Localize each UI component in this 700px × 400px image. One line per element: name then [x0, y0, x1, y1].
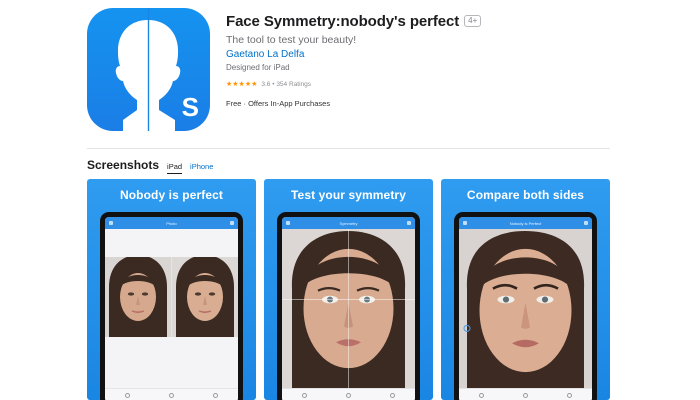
- rating-count: 3.6 • 354 Ratings: [261, 80, 312, 88]
- app-tab-bar: [105, 388, 238, 400]
- age-rating-badge: 4+: [464, 15, 482, 27]
- face-photo-image: [282, 229, 415, 388]
- app-nav-bar: Symmetry: [282, 217, 415, 229]
- app-tab-bar: [459, 388, 592, 400]
- designed-for-label: Designed for iPad: [226, 63, 290, 72]
- app-title: Face Symmetry:nobody's perfect: [226, 12, 460, 30]
- screenshot-caption: Nobody is perfect: [119, 188, 224, 202]
- screenshots-header: Screenshots iPad iPhone: [87, 158, 213, 174]
- ipad-frame: Symmetry: [277, 212, 420, 400]
- ipad-screen: Photo: [105, 217, 238, 400]
- price-label: Free · Offers In-App Purchases: [226, 99, 331, 108]
- face-photo-pair: [105, 257, 238, 337]
- screenshot-card-3[interactable]: Compare both sides Nobody is Perfect: [441, 179, 610, 400]
- app-nav-bar: Photo: [105, 217, 238, 229]
- ipad-screen: Nobody is Perfect: [459, 217, 592, 400]
- app-subtitle: The tool to test your beauty!: [226, 34, 357, 46]
- app-nav-bar: Nobody is Perfect: [459, 217, 592, 229]
- app-info: Face Symmetry:nobody's perfect 4+ The to…: [226, 12, 646, 109]
- screenshot-caption: Compare both sides: [466, 188, 585, 202]
- app-tab-bar: [282, 388, 415, 400]
- ipad-screen: Symmetry: [282, 217, 415, 400]
- tab-ipad[interactable]: iPad: [167, 162, 183, 174]
- face-photo-image: [459, 229, 592, 388]
- section-title: Screenshots: [87, 158, 160, 172]
- screenshot-card-2[interactable]: Test your symmetry Symmetry: [264, 179, 433, 400]
- rating-row: ★★★★★ 3.6 • 354 Ratings: [226, 79, 646, 89]
- tab-iphone[interactable]: iPhone: [190, 162, 213, 174]
- section-divider: [87, 148, 610, 149]
- star-rating-icon: ★★★★★: [226, 81, 258, 88]
- face-compare-photo: [459, 229, 592, 388]
- screenshot-card-1[interactable]: Nobody is perfect Photo: [87, 179, 256, 400]
- app-icon: S: [87, 8, 210, 131]
- app-icon-letter: S: [181, 92, 199, 122]
- developer-link[interactable]: Gaetano La Delfa: [226, 49, 646, 61]
- device-tabs: iPad iPhone: [167, 162, 213, 174]
- ipad-frame: Nobody is Perfect: [454, 212, 597, 400]
- face-photos-image: [105, 257, 238, 337]
- face-symmetry-photo: [282, 229, 415, 388]
- screenshot-caption: Test your symmetry: [291, 188, 406, 202]
- ipad-frame: Photo: [100, 212, 243, 400]
